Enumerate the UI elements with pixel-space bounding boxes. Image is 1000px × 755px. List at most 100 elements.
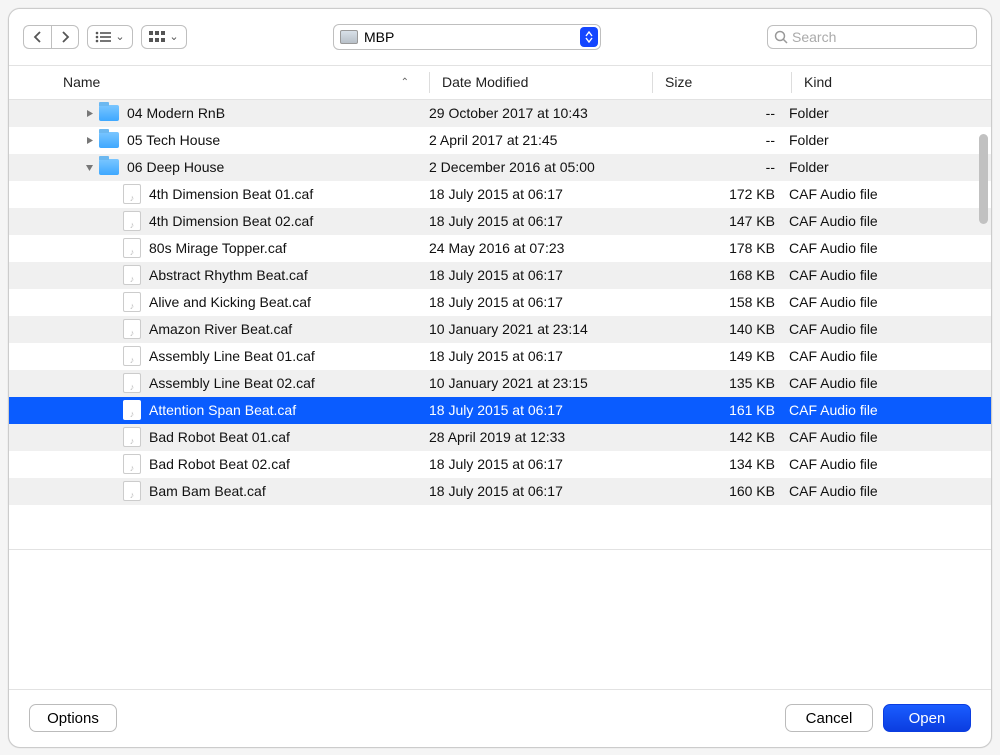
list-icon <box>95 31 111 43</box>
file-row[interactable]: ♪Attention Span Beat.caf18 July 2015 at … <box>9 397 991 424</box>
audio-file-icon: ♪ <box>123 427 141 447</box>
file-row[interactable]: ♪4th Dimension Beat 01.caf18 July 2015 a… <box>9 181 991 208</box>
col-date-label: Date Modified <box>442 74 528 90</box>
file-name: 05 Tech House <box>127 132 220 148</box>
folder-icon <box>99 105 119 121</box>
file-date: 18 July 2015 at 06:17 <box>429 348 651 364</box>
file-kind: CAF Audio file <box>789 456 991 472</box>
folder-icon <box>99 159 119 175</box>
folder-icon <box>99 132 119 148</box>
location-text: MBP <box>364 29 394 45</box>
file-name: Assembly Line Beat 01.caf <box>149 348 315 364</box>
file-date: 18 July 2015 at 06:17 <box>429 213 651 229</box>
file-size: 158 KB <box>651 294 789 310</box>
file-kind: CAF Audio file <box>789 240 991 256</box>
audio-file-icon: ♪ <box>123 454 141 474</box>
file-kind: CAF Audio file <box>789 429 991 445</box>
file-size: 134 KB <box>651 456 789 472</box>
group-button[interactable]: ⌄ <box>141 25 187 49</box>
column-header-name[interactable]: Name ⌃ <box>25 66 429 99</box>
chevron-right-icon <box>61 31 70 43</box>
audio-file-icon: ♪ <box>123 346 141 366</box>
file-date: 18 July 2015 at 06:17 <box>429 294 651 310</box>
file-date: 18 July 2015 at 06:17 <box>429 483 651 499</box>
file-kind: CAF Audio file <box>789 294 991 310</box>
footer: Options Cancel Open <box>9 689 991 747</box>
chevron-down-icon: ⌄ <box>115 30 124 43</box>
column-header-size[interactable]: Size <box>653 66 791 99</box>
file-kind: CAF Audio file <box>789 186 991 202</box>
audio-file-icon: ♪ <box>123 481 141 501</box>
file-row[interactable]: ♪ Assembly Line Beat 01.caf 18 July 2015 a… <box>9 343 991 370</box>
file-row[interactable]: ♪Alive and Kicking Beat.caf18 July 2015 … <box>9 289 991 316</box>
file-name: 06 Deep House <box>127 159 224 175</box>
file-kind: CAF Audio file <box>789 267 991 283</box>
file-kind: CAF Audio file <box>789 321 991 337</box>
file-date: 2 December 2016 at 05:00 <box>429 159 651 175</box>
folder-row[interactable]: 06 Deep House2 December 2016 at 05:00--F… <box>9 154 991 181</box>
file-size: 142 KB <box>651 429 789 445</box>
chevron-left-icon <box>33 31 42 43</box>
audio-file-icon: ♪ <box>123 238 141 258</box>
options-button[interactable]: Options <box>29 704 117 732</box>
hdd-icon <box>340 30 358 44</box>
audio-file-icon: ♪ <box>123 211 141 231</box>
list-view-button[interactable]: ⌄ <box>87 25 133 49</box>
column-headers: Name ⌃ Date Modified Size Kind <box>9 66 991 100</box>
folder-row[interactable]: 04 Modern RnB29 October 2017 at 10:43--F… <box>9 100 991 127</box>
file-size: 178 KB <box>651 240 789 256</box>
file-name: Amazon River Beat.caf <box>149 321 292 337</box>
file-date: 29 October 2017 at 10:43 <box>429 105 651 121</box>
open-button[interactable]: Open <box>883 704 971 732</box>
file-size: 168 KB <box>651 267 789 283</box>
updown-arrows-icon <box>580 27 598 47</box>
file-row[interactable]: ♪Amazon River Beat.caf10 January 2021 at… <box>9 316 991 343</box>
file-size: 149 KB <box>651 348 789 364</box>
location-popup[interactable]: MBP <box>333 24 601 50</box>
audio-file-icon: ♪ <box>123 319 141 339</box>
file-name: 04 Modern RnB <box>127 105 225 121</box>
disclosure-right-icon[interactable] <box>79 136 99 145</box>
file-row[interactable]: ♪Bad Robot Beat 01.caf28 April 2019 at 1… <box>9 424 991 451</box>
file-size: 161 KB <box>651 402 789 418</box>
file-row[interactable]: ♪80s Mirage Topper.caf24 May 2016 at 07:… <box>9 235 991 262</box>
toolbar: ⌄ ⌄ MBP Search <box>9 9 991 65</box>
file-size: 160 KB <box>651 483 789 499</box>
disclosure-right-icon[interactable] <box>79 109 99 118</box>
file-date: 18 July 2015 at 06:17 <box>429 402 651 418</box>
file-name: Bam Bam Beat.caf <box>149 483 266 499</box>
file-row[interactable]: ♪Bad Robot Beat 02.caf18 July 2015 at 06… <box>9 451 991 478</box>
file-date: 18 July 2015 at 06:17 <box>429 186 651 202</box>
scrollbar[interactable] <box>975 100 991 549</box>
file-name: 4th Dimension Beat 01.caf <box>149 186 313 202</box>
file-row[interactable]: ♪ Bam Bam Beat.caf 18 July 2015 at 06:1716… <box>9 478 991 505</box>
back-button[interactable] <box>23 25 51 49</box>
column-header-date[interactable]: Date Modified <box>430 66 652 99</box>
column-header-kind[interactable]: Kind <box>792 66 991 99</box>
grid-icon <box>149 31 165 43</box>
audio-file-icon: ♪ <box>123 265 141 285</box>
file-name: 80s Mirage Topper.caf <box>149 240 287 256</box>
file-kind: Folder <box>789 159 991 175</box>
disclosure-down-icon[interactable] <box>79 163 99 172</box>
file-date: 18 July 2015 at 06:17 <box>429 456 651 472</box>
file-kind: CAF Audio file <box>789 348 991 364</box>
file-name: Bad Robot Beat 01.caf <box>149 429 290 445</box>
audio-file-icon: ♪ <box>123 373 141 393</box>
file-kind: Folder <box>789 132 991 148</box>
forward-button[interactable] <box>51 25 79 49</box>
scroll-thumb[interactable] <box>979 134 988 224</box>
cancel-button[interactable]: Cancel <box>785 704 873 732</box>
folder-row[interactable]: 05 Tech House2 April 2017 at 21:45--Fold… <box>9 127 991 154</box>
file-row[interactable]: ♪Abstract Rhythm Beat.caf18 July 2015 at… <box>9 262 991 289</box>
file-name: Alive and Kicking Beat.caf <box>149 294 311 310</box>
file-kind: CAF Audio file <box>789 213 991 229</box>
file-row[interactable]: ♪4th Dimension Beat 02.caf18 July 2015 a… <box>9 208 991 235</box>
search-input[interactable]: Search <box>767 25 977 49</box>
file-row[interactable]: ♪ Assembly Line Beat 02.caf 10 January 202… <box>9 370 991 397</box>
file-date: 10 January 2021 at 23:15 <box>429 375 651 391</box>
file-kind: CAF Audio file <box>789 402 991 418</box>
file-name: Assembly Line Beat 02.caf <box>149 375 315 391</box>
chevron-down-icon: ⌄ <box>169 30 178 43</box>
search-icon <box>774 30 788 44</box>
